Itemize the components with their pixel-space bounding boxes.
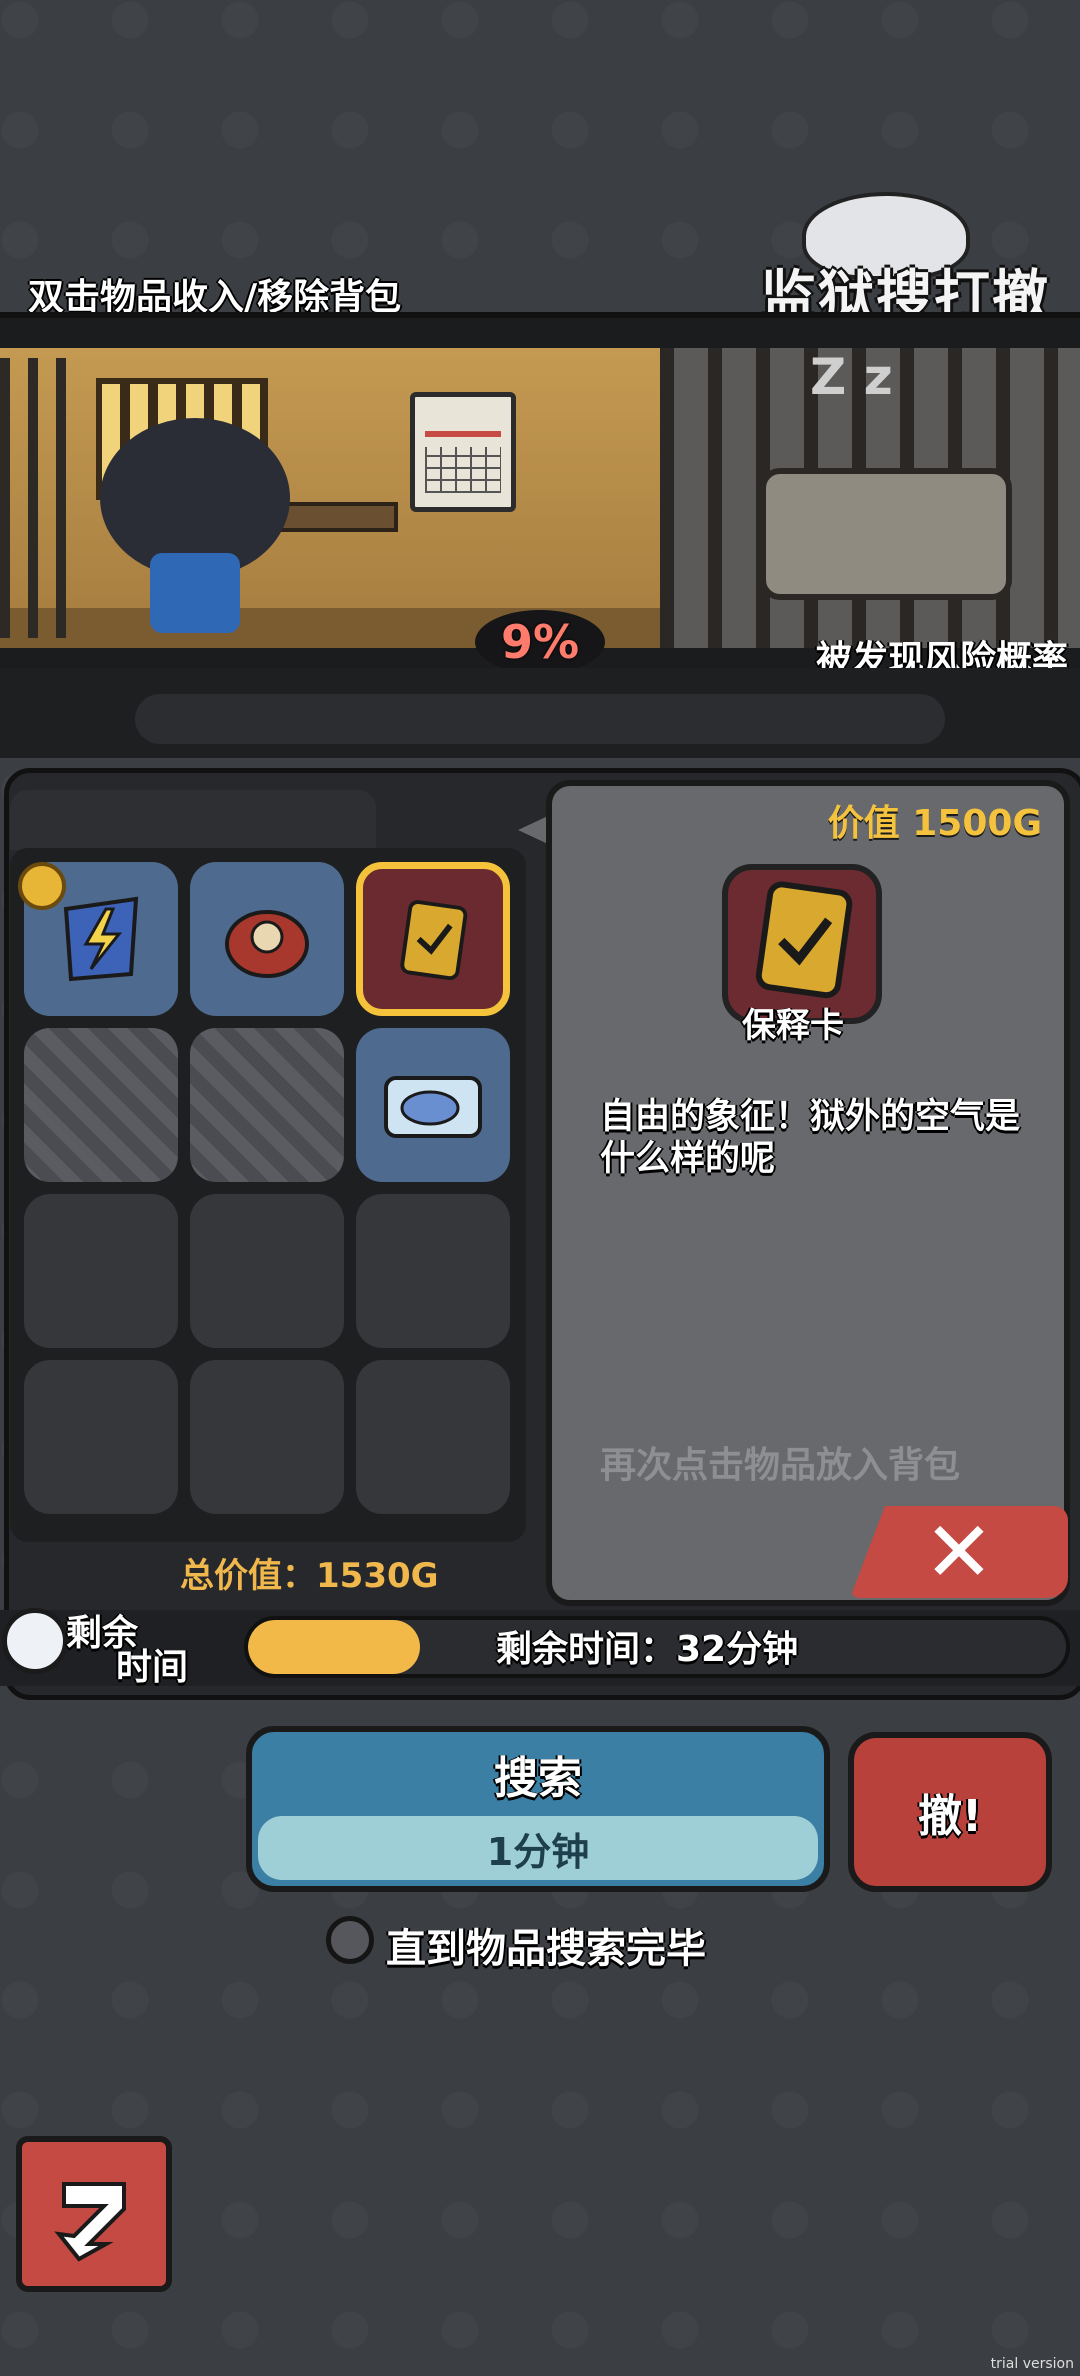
search-progress-bar	[135, 694, 945, 744]
inventory-tab	[10, 790, 376, 850]
blue-box-icon	[378, 1060, 488, 1150]
bail-card-icon	[385, 891, 481, 987]
total-value: 总价值：1530G	[180, 1556, 439, 1596]
calendar-icon	[410, 392, 516, 512]
withdraw-button[interactable]: 撤!	[848, 1732, 1052, 1892]
left-bars	[0, 358, 80, 638]
return-arrow-icon	[54, 2182, 126, 2262]
item-slot-blue-box[interactable]	[356, 1028, 510, 1182]
search-duration[interactable]: 1分钟	[258, 1816, 818, 1880]
item-slot-locked	[24, 1028, 178, 1182]
coin-icon	[18, 862, 66, 910]
lightning-flag-icon	[51, 889, 151, 989]
close-button[interactable]: ✕	[850, 1506, 1068, 1598]
item-slot-empty[interactable]	[24, 1360, 178, 1514]
player-body	[150, 553, 240, 633]
item-description: 自由的象征！狱外的空气是什么样的呢	[600, 1097, 1021, 1179]
inventory-grid	[10, 848, 526, 1542]
back-button[interactable]	[16, 2136, 172, 2292]
risk-percentage: 9%	[475, 610, 605, 674]
time-remaining-text: 剩余时间：32分钟	[496, 1629, 799, 1670]
watermark: trial version	[990, 2356, 1074, 2372]
search-button-label: 搜索	[494, 1753, 582, 1804]
item-name: 保释卡	[742, 1006, 844, 1046]
item-slot-bail-card[interactable]	[356, 862, 510, 1016]
item-value: 价值 1500G	[827, 803, 1042, 844]
auto-search-checkbox[interactable]	[326, 1916, 374, 1964]
auto-search-label: 直到物品搜索完毕	[386, 1926, 706, 1972]
item-slot-empty[interactable]	[356, 1194, 510, 1348]
item-slot-empty[interactable]	[190, 1360, 344, 1514]
bed	[760, 468, 1012, 600]
red-badge-icon	[217, 889, 317, 989]
item-slot-empty[interactable]	[24, 1194, 178, 1348]
item-slot-red-badge[interactable]	[190, 862, 344, 1016]
remaining-label-bottom: 时间	[116, 1647, 189, 1688]
detail-pointer	[518, 816, 548, 844]
item-slot-empty[interactable]	[356, 1360, 510, 1514]
sleep-icon: Z z	[810, 348, 893, 406]
item-slot-locked	[190, 1028, 344, 1182]
tap-again-hint: 再次点击物品放入背包	[600, 1445, 961, 1486]
item-slot-empty[interactable]	[190, 1194, 344, 1348]
time-progress-fill	[248, 1620, 420, 1674]
close-icon: ✕	[923, 1503, 995, 1601]
stopwatch-icon	[2, 1608, 68, 1674]
